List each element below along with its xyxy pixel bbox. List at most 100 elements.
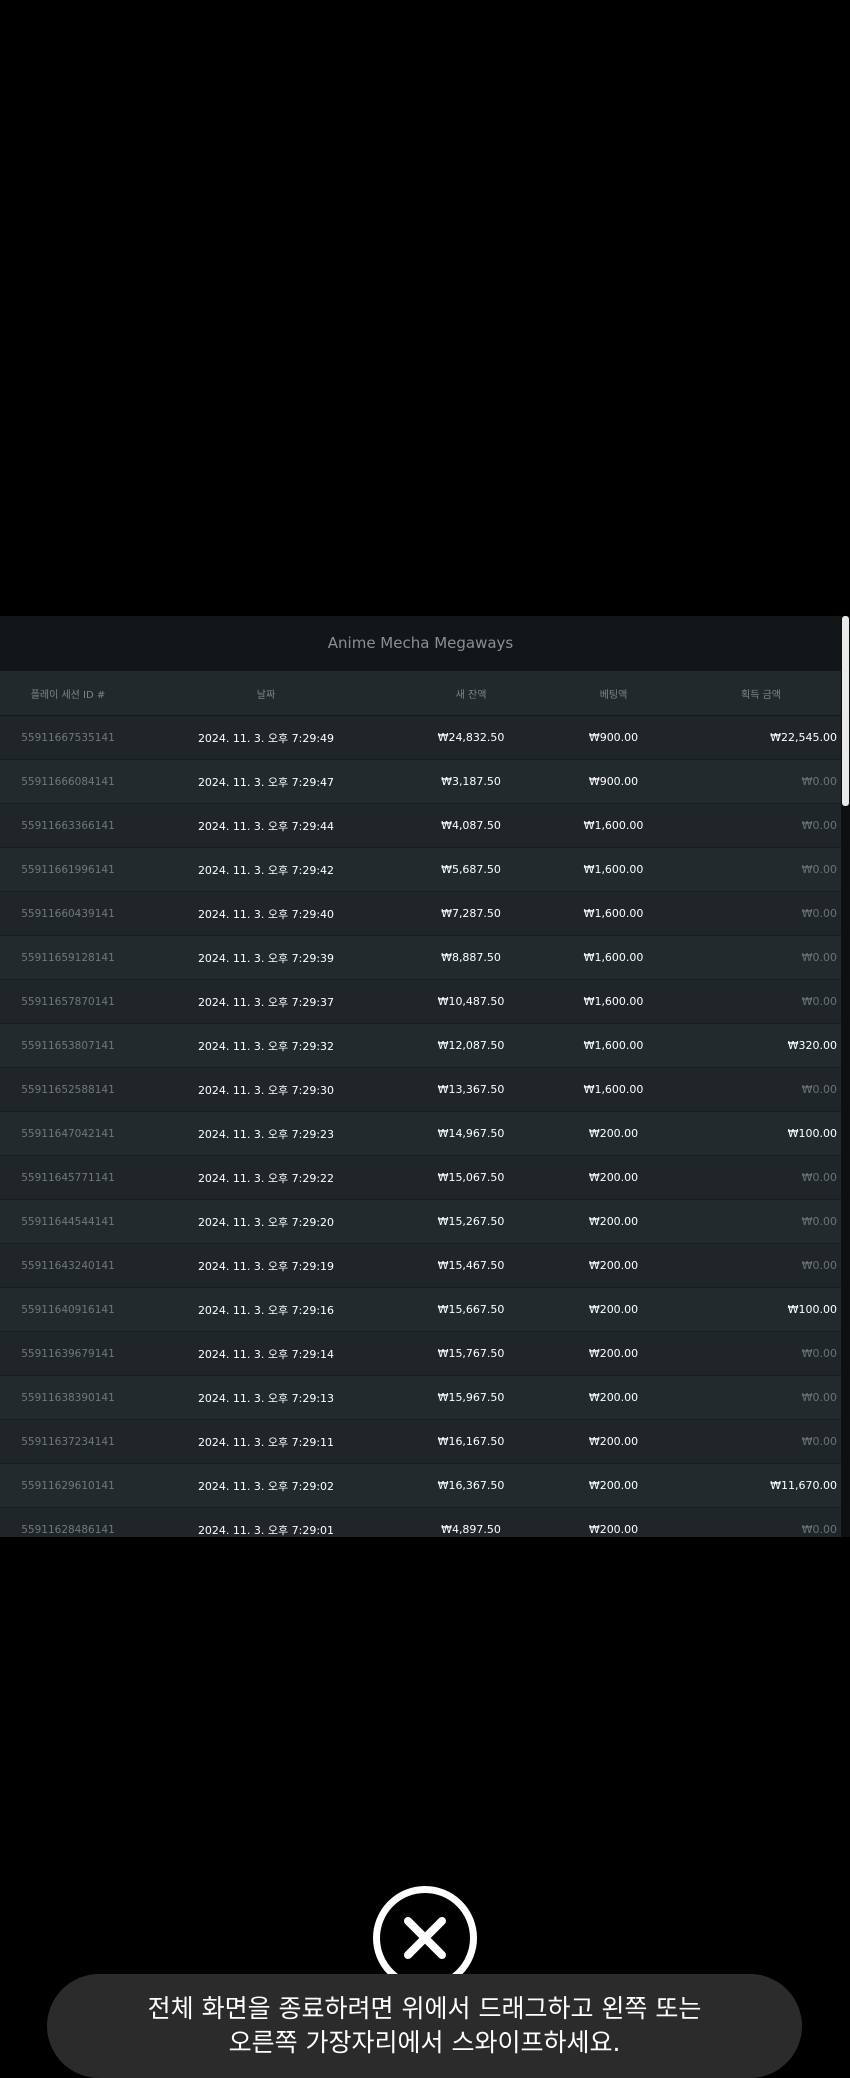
bet-cell: ₩200.00 bbox=[588, 1391, 639, 1404]
table-row: 55911666084141 2024. 11. 3. 오후 7:29:47 ₩3,… bbox=[0, 760, 841, 804]
balance-cell: ₩8,887.50 bbox=[441, 951, 501, 964]
balance-cell: ₩13,367.50 bbox=[437, 1083, 505, 1096]
win-cell: ₩100.00 bbox=[787, 1303, 837, 1316]
session-id-cell: 55911643240141 bbox=[21, 1259, 115, 1272]
date-cell: 2024. 11. 3. 오후 7:29:22 bbox=[197, 1171, 335, 1185]
session-id-cell: 55911628486141 bbox=[21, 1523, 115, 1536]
date-cell: 2024. 11. 3. 오후 7:29:02 bbox=[197, 1479, 335, 1493]
win-cell: ₩22,545.00 bbox=[770, 731, 837, 744]
balance-cell: ₩14,967.50 bbox=[437, 1127, 505, 1140]
win-cell: ₩0.00 bbox=[801, 1215, 837, 1228]
bet-cell: ₩900.00 bbox=[588, 775, 639, 788]
bet-cell: ₩1,600.00 bbox=[583, 907, 644, 920]
win-cell: ₩0.00 bbox=[801, 907, 837, 920]
table-row: 55911644544141 2024. 11. 3. 오후 7:29:20 ₩15… bbox=[0, 1200, 841, 1244]
bet-cell: ₩1,600.00 bbox=[583, 863, 644, 876]
table-row: 55911647042141 2024. 11. 3. 오후 7:29:23 ₩14… bbox=[0, 1112, 841, 1156]
win-cell: ₩0.00 bbox=[801, 1259, 837, 1272]
win-cell: ₩11,670.00 bbox=[770, 1479, 837, 1492]
win-cell: ₩0.00 bbox=[801, 1435, 837, 1448]
balance-cell: ₩15,667.50 bbox=[437, 1303, 505, 1316]
game-title: Anime Mecha Megaways bbox=[0, 616, 841, 671]
balance-cell: ₩16,167.50 bbox=[437, 1435, 505, 1448]
bet-cell: ₩200.00 bbox=[588, 1127, 639, 1140]
date-cell: 2024. 11. 3. 오후 7:29:30 bbox=[197, 1083, 335, 1097]
date-cell: 2024. 11. 3. 오후 7:29:01 bbox=[197, 1523, 335, 1537]
bet-cell: ₩1,600.00 bbox=[583, 819, 644, 832]
fullscreen-exit-toast: 전체 화면을 종료하려면 위에서 드래그하고 왼쪽 또는 오른쪽 가장자리에서 … bbox=[47, 1974, 802, 2078]
date-cell: 2024. 11. 3. 오후 7:29:49 bbox=[197, 731, 335, 745]
table-row: 55911663366141 2024. 11. 3. 오후 7:29:44 ₩4,… bbox=[0, 804, 841, 848]
win-cell: ₩0.00 bbox=[801, 863, 837, 876]
session-id-cell: 55911629610141 bbox=[21, 1479, 115, 1492]
table-row: 55911637234141 2024. 11. 3. 오후 7:29:11 ₩16… bbox=[0, 1420, 841, 1464]
session-id-cell: 55911660439141 bbox=[21, 907, 115, 920]
bet-cell: ₩200.00 bbox=[588, 1347, 639, 1360]
table-row: 55911653807141 2024. 11. 3. 오후 7:29:32 ₩12… bbox=[0, 1024, 841, 1068]
table-row: 55911645771141 2024. 11. 3. 오후 7:29:22 ₩15… bbox=[0, 1156, 841, 1200]
bet-cell: ₩200.00 bbox=[588, 1435, 639, 1448]
table-row: 55911628486141 2024. 11. 3. 오후 7:29:01 ₩4,… bbox=[0, 1508, 841, 1537]
session-id-cell: 55911637234141 bbox=[21, 1435, 115, 1448]
table-row: 55911639679141 2024. 11. 3. 오후 7:29:14 ₩15… bbox=[0, 1332, 841, 1376]
bet-cell: ₩1,600.00 bbox=[583, 995, 644, 1008]
scrollbar[interactable] bbox=[841, 616, 850, 1537]
date-cell: 2024. 11. 3. 오후 7:29:13 bbox=[197, 1391, 335, 1405]
date-cell: 2024. 11. 3. 오후 7:29:39 bbox=[197, 951, 335, 965]
history-panel: Anime Mecha Megaways 플레이 세션 ID # 날짜 새 잔액… bbox=[0, 616, 841, 1537]
date-cell: 2024. 11. 3. 오후 7:29:20 bbox=[197, 1215, 335, 1229]
bet-cell: ₩200.00 bbox=[588, 1479, 639, 1492]
balance-cell: ₩15,067.50 bbox=[437, 1171, 505, 1184]
column-header-bet: 베팅액 bbox=[599, 689, 628, 701]
win-cell: ₩0.00 bbox=[801, 1347, 837, 1360]
win-cell: ₩0.00 bbox=[801, 951, 837, 964]
balance-cell: ₩7,287.50 bbox=[441, 907, 501, 920]
session-id-cell: 55911667535141 bbox=[21, 731, 115, 744]
column-header-win: 획득 금액 bbox=[741, 689, 781, 701]
table-row: 55911629610141 2024. 11. 3. 오후 7:29:02 ₩16… bbox=[0, 1464, 841, 1508]
table-row: 55911643240141 2024. 11. 3. 오후 7:29:19 ₩15… bbox=[0, 1244, 841, 1288]
session-id-cell: 55911645771141 bbox=[21, 1171, 115, 1184]
bet-cell: ₩200.00 bbox=[588, 1523, 639, 1536]
date-cell: 2024. 11. 3. 오후 7:29:44 bbox=[197, 819, 335, 833]
scrollbar-thumb[interactable] bbox=[842, 616, 849, 806]
session-id-cell: 55911640916141 bbox=[21, 1303, 115, 1316]
balance-cell: ₩4,087.50 bbox=[441, 819, 501, 832]
session-id-cell: 55911639679141 bbox=[21, 1347, 115, 1360]
close-x-circle-icon bbox=[404, 1917, 446, 1959]
table-row: 55911638390141 2024. 11. 3. 오후 7:29:13 ₩15… bbox=[0, 1376, 841, 1420]
session-id-cell: 55911652588141 bbox=[21, 1083, 115, 1096]
date-cell: 2024. 11. 3. 오후 7:29:32 bbox=[197, 1039, 335, 1053]
win-cell: ₩0.00 bbox=[801, 1083, 837, 1096]
bet-cell: ₩1,600.00 bbox=[583, 951, 644, 964]
session-id-cell: 55911666084141 bbox=[21, 775, 115, 788]
date-cell: 2024. 11. 3. 오후 7:29:16 bbox=[197, 1303, 335, 1317]
table-row: 55911657870141 2024. 11. 3. 오후 7:29:37 ₩10… bbox=[0, 980, 841, 1024]
win-cell: ₩0.00 bbox=[801, 775, 837, 788]
balance-cell: ₩15,467.50 bbox=[437, 1259, 505, 1272]
session-id-cell: 55911653807141 bbox=[21, 1039, 115, 1052]
date-cell: 2024. 11. 3. 오후 7:29:23 bbox=[197, 1127, 335, 1141]
table-row: 55911640916141 2024. 11. 3. 오후 7:29:16 ₩15… bbox=[0, 1288, 841, 1332]
column-header-date: 날짜 bbox=[256, 689, 276, 701]
table-row: 55911652588141 2024. 11. 3. 오후 7:29:30 ₩13… bbox=[0, 1068, 841, 1112]
table-row: 55911667535141 2024. 11. 3. 오후 7:29:49 ₩24… bbox=[0, 716, 841, 760]
session-id-cell: 55911657870141 bbox=[21, 995, 115, 1008]
date-cell: 2024. 11. 3. 오후 7:29:19 bbox=[197, 1259, 335, 1273]
balance-cell: ₩4,897.50 bbox=[441, 1523, 501, 1536]
win-cell: ₩0.00 bbox=[801, 1171, 837, 1184]
balance-cell: ₩24,832.50 bbox=[437, 731, 505, 744]
win-cell: ₩0.00 bbox=[801, 1391, 837, 1404]
balance-cell: ₩15,967.50 bbox=[437, 1391, 505, 1404]
bet-cell: ₩1,600.00 bbox=[583, 1039, 644, 1052]
balance-cell: ₩5,687.50 bbox=[441, 863, 501, 876]
date-cell: 2024. 11. 3. 오후 7:29:37 bbox=[197, 995, 335, 1009]
win-cell: ₩0.00 bbox=[801, 819, 837, 832]
column-header-session-id: 플레이 세션 ID # bbox=[30, 689, 106, 701]
toast-line-2: 오른쪽 가장자리에서 스와이프하세요. bbox=[228, 2028, 621, 2057]
win-cell: ₩100.00 bbox=[787, 1127, 837, 1140]
balance-cell: ₩10,487.50 bbox=[437, 995, 505, 1008]
balance-cell: ₩15,267.50 bbox=[437, 1215, 505, 1228]
table-header: 플레이 세션 ID # 날짜 새 잔액 베팅액 획득 금액 bbox=[0, 671, 841, 716]
table-body: 55911667535141 2024. 11. 3. 오후 7:29:49 ₩24… bbox=[0, 716, 841, 1537]
